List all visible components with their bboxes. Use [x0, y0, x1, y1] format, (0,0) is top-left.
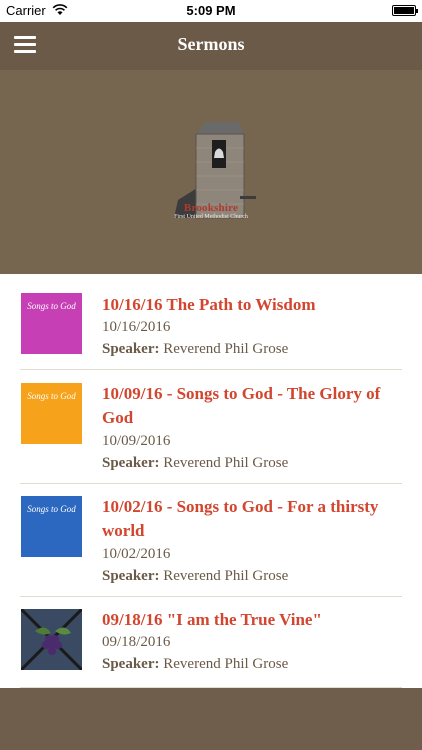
thumbnail-caption: Songs to God — [27, 391, 76, 401]
thumbnail-caption: Songs to God — [27, 301, 76, 311]
speaker-label: Speaker: — [102, 656, 160, 672]
sermon-thumbnail: Songs to God — [21, 383, 82, 444]
clock: 5:09 PM — [186, 3, 236, 18]
speaker-name: Reverend Phil Grose — [163, 656, 289, 672]
sermon-item[interactable]: Songs to God 10/09/16 - Songs to God - T… — [0, 370, 422, 484]
sermon-date: 10/09/2016 — [102, 433, 171, 449]
footer-bar — [0, 688, 422, 750]
grapevine-icon — [21, 609, 82, 670]
sermon-item[interactable]: Songs to God 10/16/16 The Path to Wisdom… — [0, 274, 422, 370]
sermon-thumbnail — [21, 609, 82, 670]
brand-name: Brookshire — [183, 202, 239, 214]
sermon-title: 10/09/16 - Songs to God - The Glory of G… — [102, 384, 381, 427]
sermon-item[interactable]: 09/18/16 "I am the True Vine" 09/18/2016… — [0, 597, 422, 688]
header-banner: Brookshire First United Methodist Church — [0, 70, 422, 274]
speaker-label: Speaker: — [102, 341, 160, 357]
sermon-speaker: Speaker: Reverend Phil Grose — [102, 568, 288, 585]
sermon-speaker: Speaker: Reverend Phil Grose — [102, 341, 288, 358]
sermon-title: 10/16/16 The Path to Wisdom — [102, 295, 316, 314]
speaker-name: Reverend Phil Grose — [163, 341, 289, 357]
sermon-date: 09/18/2016 — [102, 634, 171, 650]
sermon-date: 10/02/2016 — [102, 546, 171, 562]
sermon-date: 10/16/2016 — [102, 319, 171, 335]
sermon-title: 10/02/16 - Songs to God - For a thirsty … — [102, 497, 379, 540]
sermon-list[interactable]: Songs to God 10/16/16 The Path to Wisdom… — [0, 274, 422, 688]
battery-icon — [392, 5, 418, 16]
status-bar: Carrier 5:09 PM — [0, 0, 422, 22]
nav-bar: Sermons — [0, 22, 422, 70]
sermon-thumbnail: Songs to God — [21, 293, 82, 354]
speaker-label: Speaker: — [102, 568, 160, 584]
speaker-label: Speaker: — [102, 455, 160, 471]
sermon-speaker: Speaker: Reverend Phil Grose — [102, 455, 288, 472]
sermon-speaker: Speaker: Reverend Phil Grose — [102, 656, 288, 673]
sermon-item[interactable]: Songs to God 10/02/16 - Songs to God - F… — [0, 484, 422, 597]
sermon-thumbnail: Songs to God — [21, 496, 82, 557]
sermon-title: 09/18/16 "I am the True Vine" — [102, 610, 322, 629]
speaker-name: Reverend Phil Grose — [163, 455, 289, 471]
thumbnail-caption: Songs to God — [27, 504, 76, 514]
speaker-name: Reverend Phil Grose — [163, 568, 289, 584]
brand-subtitle: First United Methodist Church — [174, 214, 248, 220]
page-title: Sermons — [177, 34, 245, 54]
